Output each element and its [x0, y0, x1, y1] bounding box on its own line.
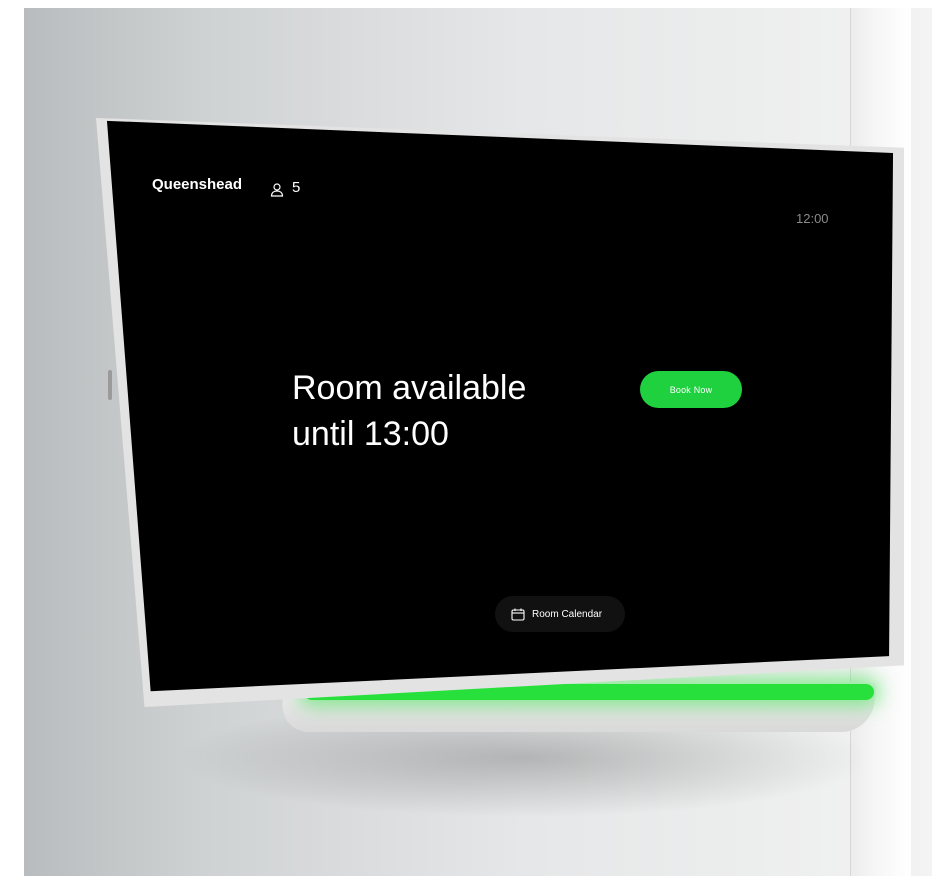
calendar-icon: [511, 608, 525, 621]
book-now-button[interactable]: Book Now: [640, 371, 742, 408]
availability-status: Room available until 13:00: [292, 369, 527, 453]
room-calendar-button[interactable]: Room Calendar: [495, 596, 625, 632]
room-name: Queenshead: [152, 176, 243, 193]
person-icon: [270, 183, 284, 202]
room-capacity: 5: [292, 179, 301, 196]
device-side-button: [108, 370, 112, 400]
clock: 12:00: [796, 211, 829, 226]
room-calendar-label: Room Calendar: [532, 608, 603, 620]
